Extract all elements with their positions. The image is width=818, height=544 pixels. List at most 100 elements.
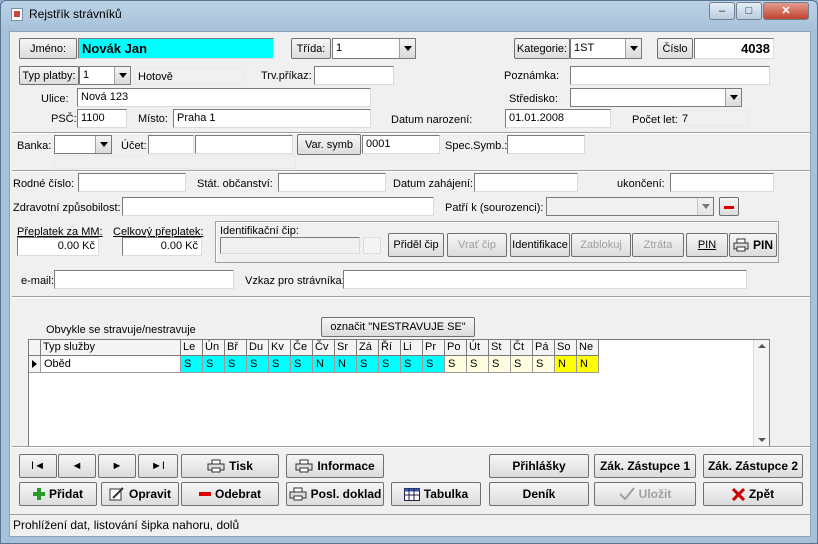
column-header[interactable]: Sr: [335, 340, 357, 356]
identifikace-button[interactable]: Identifikace: [510, 233, 570, 257]
typ-platby-button[interactable]: Typ platby:: [19, 66, 79, 85]
ulice-field[interactable]: Nová 123: [77, 88, 371, 107]
stredisko-select[interactable]: [570, 88, 742, 107]
meal-day-cell[interactable]: S: [225, 356, 247, 373]
column-header[interactable]: Bř: [225, 340, 247, 356]
ucet-number-field[interactable]: [195, 135, 293, 154]
ukonceni-field[interactable]: [670, 173, 774, 192]
column-header[interactable]: Ří: [379, 340, 401, 356]
denik-button[interactable]: Deník: [489, 482, 589, 506]
column-header[interactable]: Kv: [269, 340, 291, 356]
kategorie-button[interactable]: Kategorie:: [514, 38, 570, 59]
cislo-button[interactable]: Číslo: [657, 38, 693, 59]
prev-record-button[interactable]: ◄: [58, 454, 96, 478]
odebrat-button[interactable]: Odebrat: [181, 482, 279, 506]
chevron-down-icon[interactable]: [114, 67, 130, 84]
pin-button[interactable]: PIN: [686, 233, 728, 257]
column-header[interactable]: Le: [181, 340, 203, 356]
pridel-cip-button[interactable]: Přiděl čip: [388, 233, 444, 257]
service-type-cell[interactable]: Oběd: [41, 356, 181, 373]
meal-day-cell[interactable]: N: [313, 356, 335, 373]
column-header[interactable]: Zá: [357, 340, 379, 356]
tabulka-button[interactable]: Tabulka: [391, 482, 481, 506]
stat-obcanstvi-field[interactable]: [278, 173, 386, 192]
minimize-button[interactable]: –: [709, 2, 735, 20]
meal-day-cell[interactable]: N: [555, 356, 577, 373]
preplatek-mm-field[interactable]: 0.00 Kč: [17, 237, 99, 256]
poznamka-field[interactable]: [570, 66, 770, 85]
meal-day-cell[interactable]: S: [467, 356, 489, 373]
meal-day-cell[interactable]: S: [533, 356, 555, 373]
chevron-down-icon[interactable]: [697, 198, 713, 215]
celkovy-preplatek-field[interactable]: 0.00 Kč: [122, 237, 202, 256]
meal-day-cell[interactable]: S: [357, 356, 379, 373]
kategorie-select[interactable]: 1ST: [570, 38, 642, 59]
zablokuj-button[interactable]: Zablokuj: [571, 233, 631, 257]
column-header[interactable]: Čt: [511, 340, 533, 356]
meal-day-cell[interactable]: S: [181, 356, 203, 373]
meal-day-cell[interactable]: S: [489, 356, 511, 373]
email-field[interactable]: [54, 270, 234, 289]
tisk-button[interactable]: Tisk: [181, 454, 279, 478]
cislo-field[interactable]: 4038: [694, 38, 774, 59]
column-header[interactable]: Út: [467, 340, 489, 356]
column-header[interactable]: Pr: [423, 340, 445, 356]
chevron-down-icon[interactable]: [399, 39, 415, 58]
vrat-cip-button[interactable]: Vrať čip: [447, 233, 507, 257]
scroll-down-icon[interactable]: [758, 438, 766, 442]
rodne-cislo-field[interactable]: [78, 173, 186, 192]
psc-field[interactable]: 1100: [77, 109, 127, 128]
misto-field[interactable]: Praha 1: [173, 109, 371, 128]
var-symb-button[interactable]: Var. symb: [297, 134, 361, 155]
trida-button[interactable]: Třída:: [291, 38, 331, 59]
column-header[interactable]: Pá: [533, 340, 555, 356]
chevron-down-icon[interactable]: [725, 89, 741, 106]
meal-day-cell[interactable]: S: [511, 356, 533, 373]
print-pin-button[interactable]: PIN: [729, 233, 777, 257]
column-header[interactable]: So: [555, 340, 577, 356]
last-record-button[interactable]: ►I: [138, 454, 178, 478]
column-header[interactable]: Ne: [577, 340, 599, 356]
mark-nestravuje-button[interactable]: označit "NESTRAVUJE SE": [321, 317, 475, 337]
ulozit-button[interactable]: Uložit: [594, 482, 696, 506]
meal-day-cell[interactable]: S: [379, 356, 401, 373]
ucet-prefix-field[interactable]: [148, 135, 194, 154]
trv-prikaz-field[interactable]: [314, 66, 394, 85]
meal-day-cell[interactable]: S: [401, 356, 423, 373]
identifikacni-cip-field[interactable]: [220, 237, 360, 254]
patri-k-select[interactable]: [546, 197, 714, 216]
meal-day-cell[interactable]: S: [291, 356, 313, 373]
pridat-button[interactable]: Přidat: [19, 482, 97, 506]
meal-day-cell[interactable]: S: [423, 356, 445, 373]
column-header[interactable]: Po: [445, 340, 467, 356]
column-header[interactable]: Typ služby: [41, 340, 181, 356]
datum-zahajeni-field[interactable]: [474, 173, 578, 192]
scroll-up-icon[interactable]: [758, 344, 766, 348]
var-symb-field[interactable]: 0001: [362, 135, 440, 154]
maximize-button[interactable]: □: [736, 2, 762, 20]
zdravotni-field[interactable]: [122, 197, 434, 216]
chevron-down-icon[interactable]: [95, 136, 111, 153]
spec-symb-field[interactable]: [507, 135, 585, 154]
row-indicator-icon[interactable]: [29, 356, 41, 373]
meal-day-cell[interactable]: S: [203, 356, 225, 373]
zak-zastupce-1-button[interactable]: Zák. Zástupce 1: [594, 454, 696, 478]
jmeno-button[interactable]: Jméno:: [19, 38, 77, 59]
column-header[interactable]: Čv: [313, 340, 335, 356]
typ-platby-select[interactable]: 1: [79, 66, 131, 85]
vertical-scrollbar[interactable]: [753, 340, 769, 446]
chevron-down-icon[interactable]: [625, 39, 641, 58]
remove-sibling-button[interactable]: [719, 197, 739, 216]
column-header[interactable]: Če: [291, 340, 313, 356]
ztrata-button[interactable]: Ztráta: [632, 233, 684, 257]
column-header[interactable]: Du: [247, 340, 269, 356]
posl-doklad-button[interactable]: Posl. doklad: [286, 482, 384, 506]
column-header[interactable]: Li: [401, 340, 423, 356]
column-header[interactable]: Ún: [203, 340, 225, 356]
datum-narozeni-field[interactable]: 01.01.2008: [505, 109, 611, 128]
close-button[interactable]: ✕: [763, 2, 809, 20]
meal-day-cell[interactable]: N: [335, 356, 357, 373]
next-record-button[interactable]: ►: [98, 454, 136, 478]
meal-day-cell[interactable]: N: [577, 356, 599, 373]
opravit-button[interactable]: Opravit: [101, 482, 179, 506]
